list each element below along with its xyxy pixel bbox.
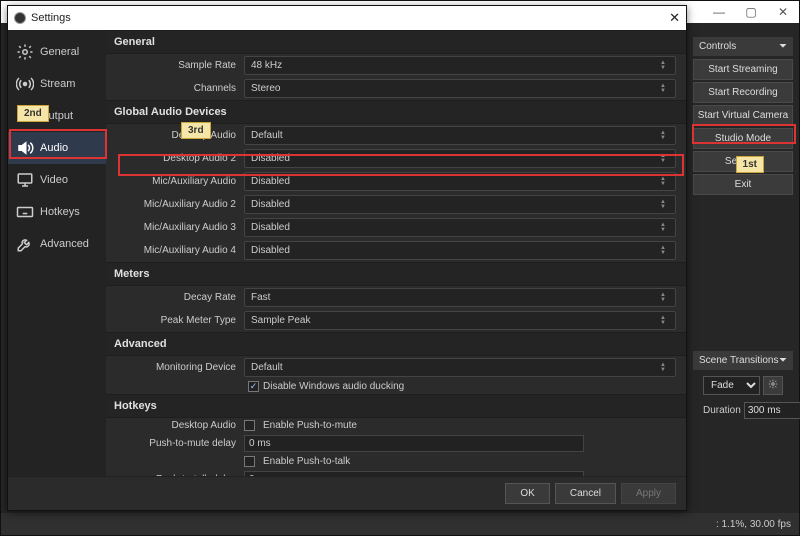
ok-button[interactable]: OK [505, 483, 549, 504]
sidebar-item-audio[interactable]: Audio [8, 132, 106, 164]
duration-label: Duration [703, 405, 741, 416]
sidebar-item-label: General [40, 46, 79, 58]
peak-meter-type-label: Peak Meter Type [116, 315, 236, 326]
mic-aux-select[interactable]: Disabled▲▼ [244, 172, 676, 191]
keyboard-icon [16, 203, 34, 221]
controls-header: Controls [699, 41, 736, 52]
main-min-button[interactable]: — [703, 5, 735, 19]
transition-gear-icon[interactable] [763, 376, 783, 395]
app-icon [14, 12, 26, 24]
push-to-mute-delay-input[interactable] [244, 435, 584, 452]
annotation-1st: 1st [736, 156, 764, 173]
sidebar-item-advanced[interactable]: Advanced [8, 228, 106, 260]
sidebar-item-label: Video [40, 174, 68, 186]
disable-ducking-label: Disable Windows audio ducking [263, 381, 404, 392]
sample-rate-select[interactable]: 48 kHz▲▼ [244, 56, 676, 75]
duration-input[interactable] [744, 402, 800, 419]
sidebar-item-label: Stream [40, 78, 75, 90]
monitoring-device-select[interactable]: Default▲▼ [244, 358, 676, 377]
sidebar-item-label: Audio [40, 142, 68, 154]
sidebar-item-general[interactable]: General [8, 36, 106, 68]
chevron-updown-icon: ▲▼ [660, 219, 672, 236]
annotation-3rd: 3rd [181, 122, 211, 139]
channels-label: Channels [116, 83, 236, 94]
chevron-updown-icon: ▲▼ [660, 359, 672, 376]
hotkey-group-label: Desktop Audio [116, 420, 236, 431]
checkbox-icon[interactable] [244, 456, 255, 467]
cancel-button[interactable]: Cancel [555, 483, 616, 504]
section-global-audio: Global Audio Devices [106, 100, 686, 124]
decay-rate-select[interactable]: Fast▲▼ [244, 288, 676, 307]
transition-select[interactable]: Fade [703, 376, 760, 395]
desktop-audio-2-label: Desktop Audio 2 [116, 153, 236, 164]
disable-ducking-checkbox[interactable]: ✓ Disable Windows audio ducking [106, 379, 686, 394]
mic-aux-4-label: Mic/Auxiliary Audio 4 [116, 245, 236, 256]
sidebar-item-label: Advanced [40, 238, 89, 250]
monitor-icon [16, 171, 34, 189]
mic-aux-3-select[interactable]: Disabled▲▼ [244, 218, 676, 237]
checkbox-icon: ✓ [248, 381, 259, 392]
mic-aux-4-select[interactable]: Disabled▲▼ [244, 241, 676, 260]
monitoring-device-label: Monitoring Device [116, 362, 236, 373]
section-hotkeys: Hotkeys [106, 394, 686, 418]
push-to-mute-label: Enable Push-to-mute [263, 420, 357, 431]
section-meters: Meters [106, 262, 686, 286]
chevron-updown-icon: ▲▼ [660, 57, 672, 74]
chevron-updown-icon: ▲▼ [660, 80, 672, 97]
desktop-audio-2-select[interactable]: Disabled▲▼ [244, 149, 676, 168]
mic-aux-label: Mic/Auxiliary Audio [116, 176, 236, 187]
chevron-updown-icon: ▲▼ [660, 173, 672, 190]
studio-mode-button[interactable]: Studio Mode [693, 128, 793, 149]
start-virtual-camera-button[interactable]: Start Virtual Camera [693, 105, 793, 126]
sidebar-item-stream[interactable]: Stream [8, 68, 106, 100]
sidebar-item-hotkeys[interactable]: Hotkeys [8, 196, 106, 228]
scene-transitions-header: Scene Transitions [699, 355, 779, 366]
popout-icon[interactable]: ⏷ [779, 355, 787, 366]
annotation-2nd: 2nd [17, 105, 49, 122]
chevron-updown-icon: ▲▼ [660, 312, 672, 329]
chevron-updown-icon: ▲▼ [660, 127, 672, 144]
sample-rate-label: Sample Rate [116, 60, 236, 71]
scene-transitions-panel: Scene Transitions⏷ Fade Duration [693, 351, 793, 421]
settings-sidebar: General Stream Output Audio Video [8, 30, 106, 476]
gear-icon [16, 43, 34, 61]
push-to-mute-delay-label: Push-to-mute delay [116, 438, 236, 449]
chevron-updown-icon: ▲▼ [660, 150, 672, 167]
dialog-titlebar: Settings ✕ [8, 6, 686, 30]
chevron-updown-icon: ▲▼ [660, 289, 672, 306]
checkbox-icon[interactable] [244, 420, 255, 431]
decay-rate-label: Decay Rate [116, 292, 236, 303]
dialog-title: Settings [31, 12, 71, 24]
settings-dialog: Settings ✕ General Stream Output [7, 5, 687, 511]
status-text: : 1.1%, 30.00 fps [716, 519, 791, 530]
main-close-button[interactable]: ✕ [767, 5, 799, 19]
dialog-close-button[interactable]: ✕ [669, 10, 680, 26]
peak-meter-type-select[interactable]: Sample Peak▲▼ [244, 311, 676, 330]
start-streaming-button[interactable]: Start Streaming [693, 59, 793, 80]
wrench-icon [16, 235, 34, 253]
section-general: General [106, 30, 686, 54]
sidebar-item-video[interactable]: Video [8, 164, 106, 196]
dialog-footer: OK Cancel Apply [8, 476, 686, 510]
audio-icon [16, 139, 34, 157]
status-bar: : 1.1%, 30.00 fps [1, 513, 799, 535]
broadcast-icon [16, 75, 34, 93]
chevron-updown-icon: ▲▼ [660, 196, 672, 213]
section-advanced: Advanced [106, 332, 686, 356]
mic-aux-2-label: Mic/Auxiliary Audio 2 [116, 199, 236, 210]
exit-button[interactable]: Exit [693, 174, 793, 195]
mic-aux-3-label: Mic/Auxiliary Audio 3 [116, 222, 236, 233]
desktop-audio-label: Desktop Audio [116, 130, 236, 141]
settings-content: General Sample Rate 48 kHz▲▼ Channels St… [106, 30, 686, 476]
desktop-audio-select[interactable]: Default▲▼ [244, 126, 676, 145]
chevron-updown-icon: ▲▼ [660, 242, 672, 259]
push-to-talk-label: Enable Push-to-talk [263, 456, 350, 467]
apply-button[interactable]: Apply [621, 483, 676, 504]
popout-icon[interactable]: ⏷ [779, 41, 787, 52]
sidebar-item-label: Hotkeys [40, 206, 80, 218]
start-recording-button[interactable]: Start Recording [693, 82, 793, 103]
main-max-button[interactable]: ▢ [735, 5, 767, 19]
mic-aux-2-select[interactable]: Disabled▲▼ [244, 195, 676, 214]
channels-select[interactable]: Stereo▲▼ [244, 79, 676, 98]
